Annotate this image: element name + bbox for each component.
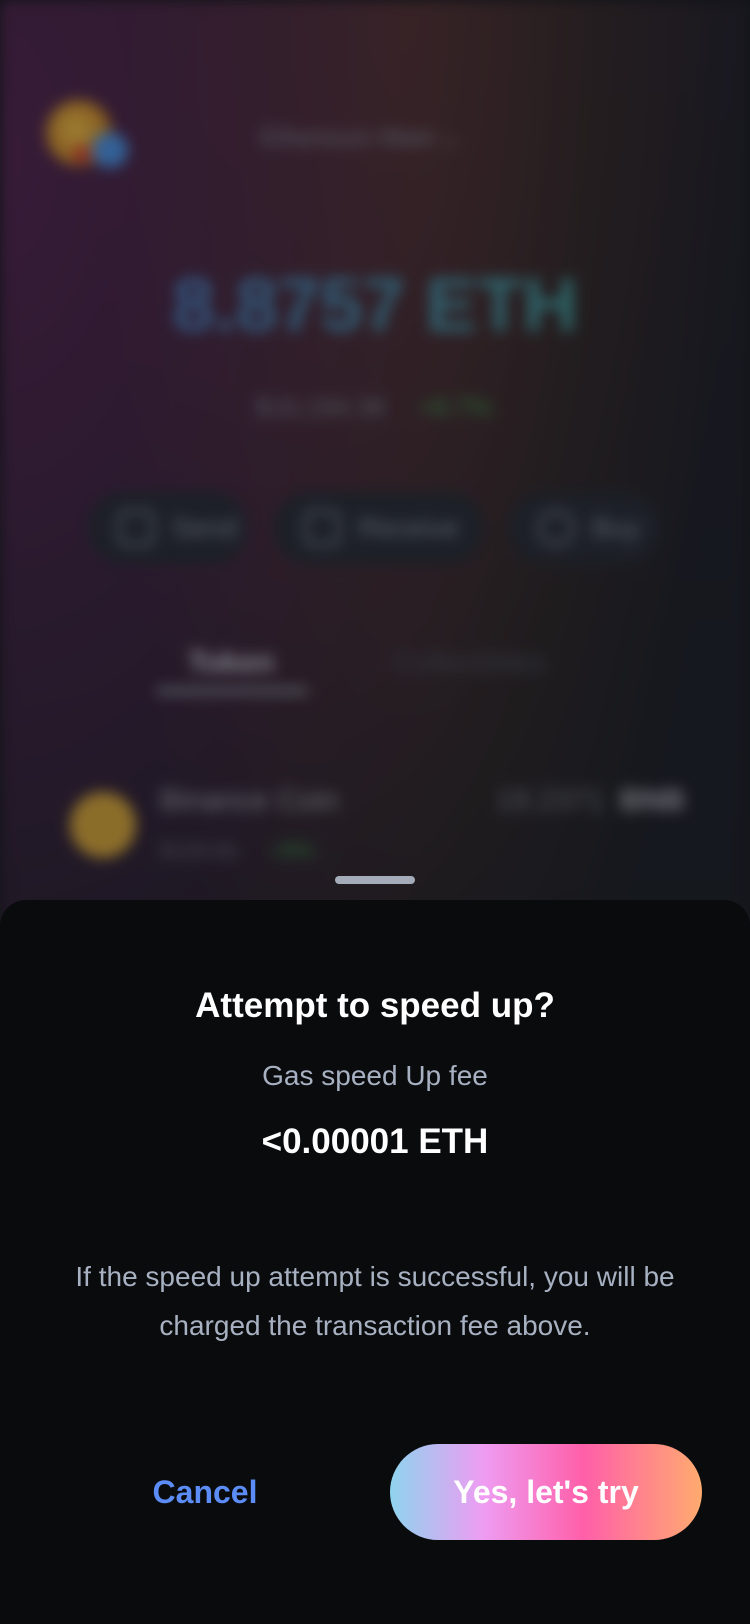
confirm-speed-up-button[interactable]: Yes, let's try [390, 1444, 702, 1540]
speed-up-sheet: Attempt to speed up? Gas speed Up fee <0… [0, 900, 750, 1624]
fee-label: Gas speed Up fee [262, 1060, 488, 1091]
sheet-title: Attempt to speed up? [195, 986, 555, 1025]
cancel-button[interactable]: Cancel [105, 1444, 305, 1540]
speed-up-note: If the speed up attempt is successful, y… [75, 1261, 675, 1341]
sheet-drag-handle[interactable] [335, 876, 415, 884]
fee-value: <0.00001 ETH [261, 1122, 489, 1161]
